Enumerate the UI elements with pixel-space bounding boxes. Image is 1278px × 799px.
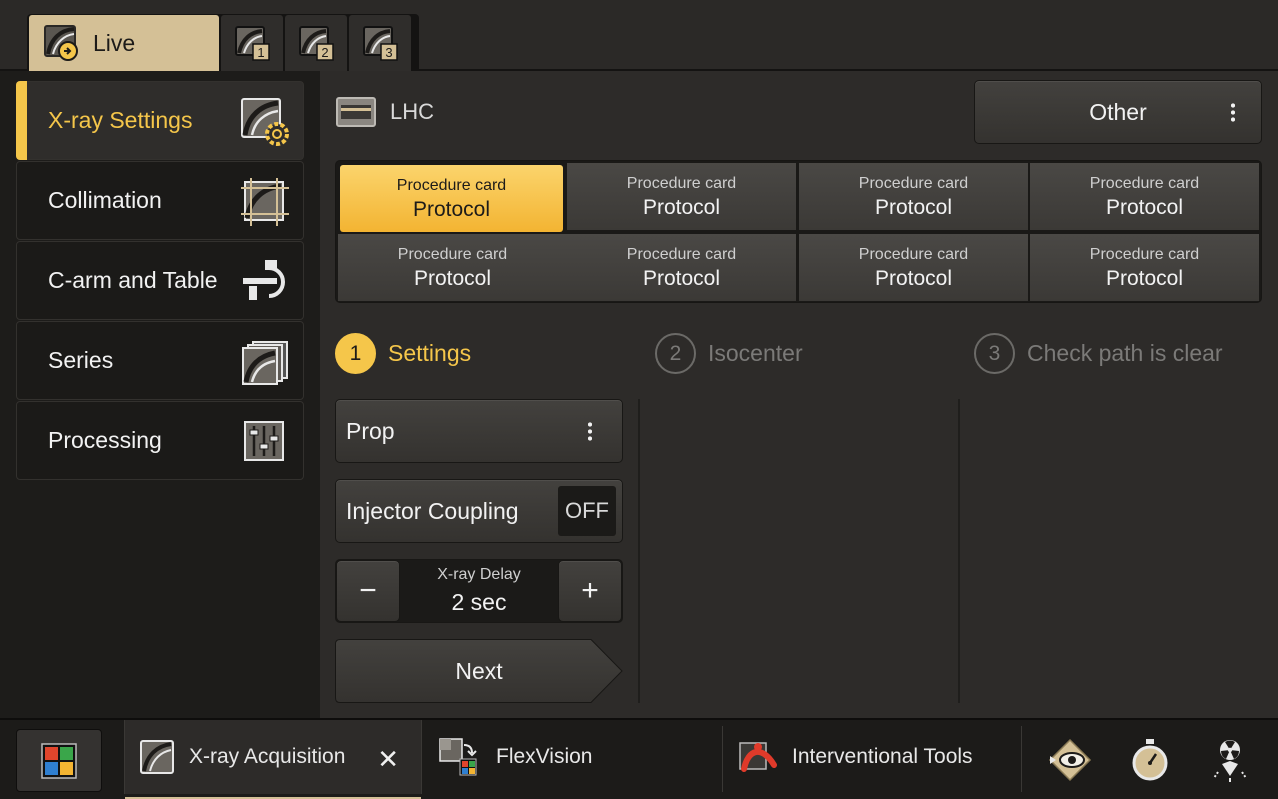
xray-acquisition-icon — [140, 740, 174, 774]
task-xray-acquisition[interactable]: X-ray Acquisition ✕ — [124, 720, 422, 799]
task-interventional-tools[interactable]: Interventional Tools — [724, 720, 1020, 794]
svg-text:2: 2 — [321, 45, 328, 60]
taskbar-separator — [722, 726, 723, 792]
taskbar: X-ray Acquisition ✕ FlexVision Intervent… — [0, 718, 1278, 799]
other-label: Other — [1089, 98, 1147, 125]
flexvision-icon — [439, 738, 477, 776]
tab-live[interactable]: Live — [29, 15, 219, 71]
xray-delay-stepper: − X-ray Delay 2 sec + — [335, 559, 623, 623]
apps-grid-icon — [41, 742, 77, 779]
procedure-card[interactable]: Procedure card Protocol — [338, 234, 567, 301]
interventional-tools-icon — [739, 742, 777, 772]
more-options-icon — [588, 421, 592, 441]
injector-label: Injector Coupling — [346, 497, 519, 524]
svg-text:3: 3 — [385, 45, 392, 60]
next-button[interactable]: Next — [335, 639, 623, 703]
step-number: 1 — [335, 333, 376, 374]
monitor-icon — [336, 97, 376, 127]
sidebar-item-xray-settings[interactable]: X-ray Settings — [16, 81, 304, 160]
task-label: X-ray Acquisition — [189, 745, 346, 768]
increment-button[interactable]: + — [558, 560, 622, 622]
decrement-button[interactable]: − — [336, 560, 400, 622]
sidebar-item-label: C-arm and Table — [48, 267, 218, 293]
column-divider — [638, 399, 640, 703]
step-check-path[interactable]: 3 Check path is clear — [974, 333, 1223, 374]
step-label: Check path is clear — [1027, 340, 1223, 366]
close-icon[interactable]: ✕ — [377, 744, 399, 775]
collimation-icon — [241, 178, 289, 226]
apps-launcher-button[interactable] — [16, 729, 102, 792]
prop-label: Prop — [346, 417, 395, 444]
carm-table-icon — [243, 260, 285, 300]
minus-icon: − — [359, 574, 377, 607]
sidebar-item-label: Collimation — [48, 187, 162, 213]
tab-live-label: Live — [93, 29, 136, 56]
injector-coupling-toggle[interactable]: Injector Coupling OFF — [335, 479, 623, 543]
step-settings[interactable]: 1 Settings — [335, 333, 471, 374]
injector-state: OFF — [558, 486, 616, 536]
live-xray-icon — [44, 25, 78, 61]
plus-icon: + — [581, 574, 599, 607]
tab-run-3[interactable]: 3 — [349, 15, 411, 71]
more-options-icon — [1231, 102, 1235, 122]
other-button[interactable]: Other — [974, 80, 1262, 144]
procedure-card[interactable]: Procedure card Protocol — [799, 234, 1028, 301]
sidebar-item-carm-table[interactable]: C-arm and Table — [16, 241, 304, 320]
prop-button[interactable]: Prop — [335, 399, 623, 463]
delay-value: 2 sec — [451, 589, 507, 615]
sidebar-item-series[interactable]: Series — [16, 321, 304, 400]
procedure-card-grid: Procedure card Protocol Procedure card P… — [335, 160, 1262, 303]
main-panel: LHC Other Procedure card Protocol Proced… — [320, 71, 1278, 718]
step-number: 3 — [974, 333, 1015, 374]
procedure-card[interactable]: Procedure card Protocol — [567, 163, 796, 230]
sidebar-item-label: Series — [48, 347, 114, 373]
procedure-card[interactable]: Procedure card Protocol — [567, 234, 796, 301]
sidebar-item-processing[interactable]: Processing — [16, 401, 304, 480]
tab-run-1[interactable]: 1 — [221, 15, 283, 71]
taskbar-separator — [1021, 726, 1022, 792]
sidebar: X-ray Settings Collimation C-arm and Tab… — [0, 71, 320, 718]
step-number: 2 — [655, 333, 696, 374]
svg-text:1: 1 — [257, 45, 264, 60]
delay-label: X-ray Delay — [437, 566, 521, 583]
run-2-icon: 2 — [299, 26, 334, 61]
series-icon — [242, 341, 288, 385]
step-isocenter[interactable]: 2 Isocenter — [655, 333, 803, 374]
stopwatch-icon[interactable] — [1128, 738, 1172, 782]
step-label: Isocenter — [708, 340, 803, 366]
run-3-icon: 3 — [363, 26, 398, 61]
procedure-card[interactable]: Procedure card Protocol — [1030, 234, 1259, 301]
radiation-icon[interactable] — [1208, 738, 1252, 782]
location-header: LHC — [336, 97, 434, 127]
sidebar-item-collimation[interactable]: Collimation — [16, 161, 304, 240]
task-label: FlexVision — [496, 745, 593, 768]
sidebar-item-label: X-ray Settings — [48, 107, 193, 133]
column-divider — [958, 399, 960, 703]
location-label: LHC — [390, 99, 435, 124]
procedure-card[interactable]: Procedure card Protocol — [340, 165, 563, 232]
next-label: Next — [455, 657, 503, 684]
eye-view-icon[interactable] — [1048, 738, 1092, 782]
procedure-card[interactable]: Procedure card Protocol — [799, 163, 1028, 230]
tab-run-2[interactable]: 2 — [285, 15, 347, 71]
task-label: Interventional Tools — [792, 745, 973, 768]
task-flexvision[interactable]: FlexVision — [424, 720, 720, 794]
sidebar-item-label: Processing — [48, 427, 162, 453]
run-1-icon: 1 — [235, 26, 270, 61]
view-tab-group: Live 1 2 3 — [27, 14, 419, 71]
processing-sliders-icon — [244, 421, 284, 461]
top-tab-strip: Live 1 2 3 — [0, 0, 1278, 71]
xray-settings-icon — [241, 98, 289, 146]
step-label: Settings — [388, 340, 472, 366]
procedure-card[interactable]: Procedure card Protocol — [1030, 163, 1259, 230]
